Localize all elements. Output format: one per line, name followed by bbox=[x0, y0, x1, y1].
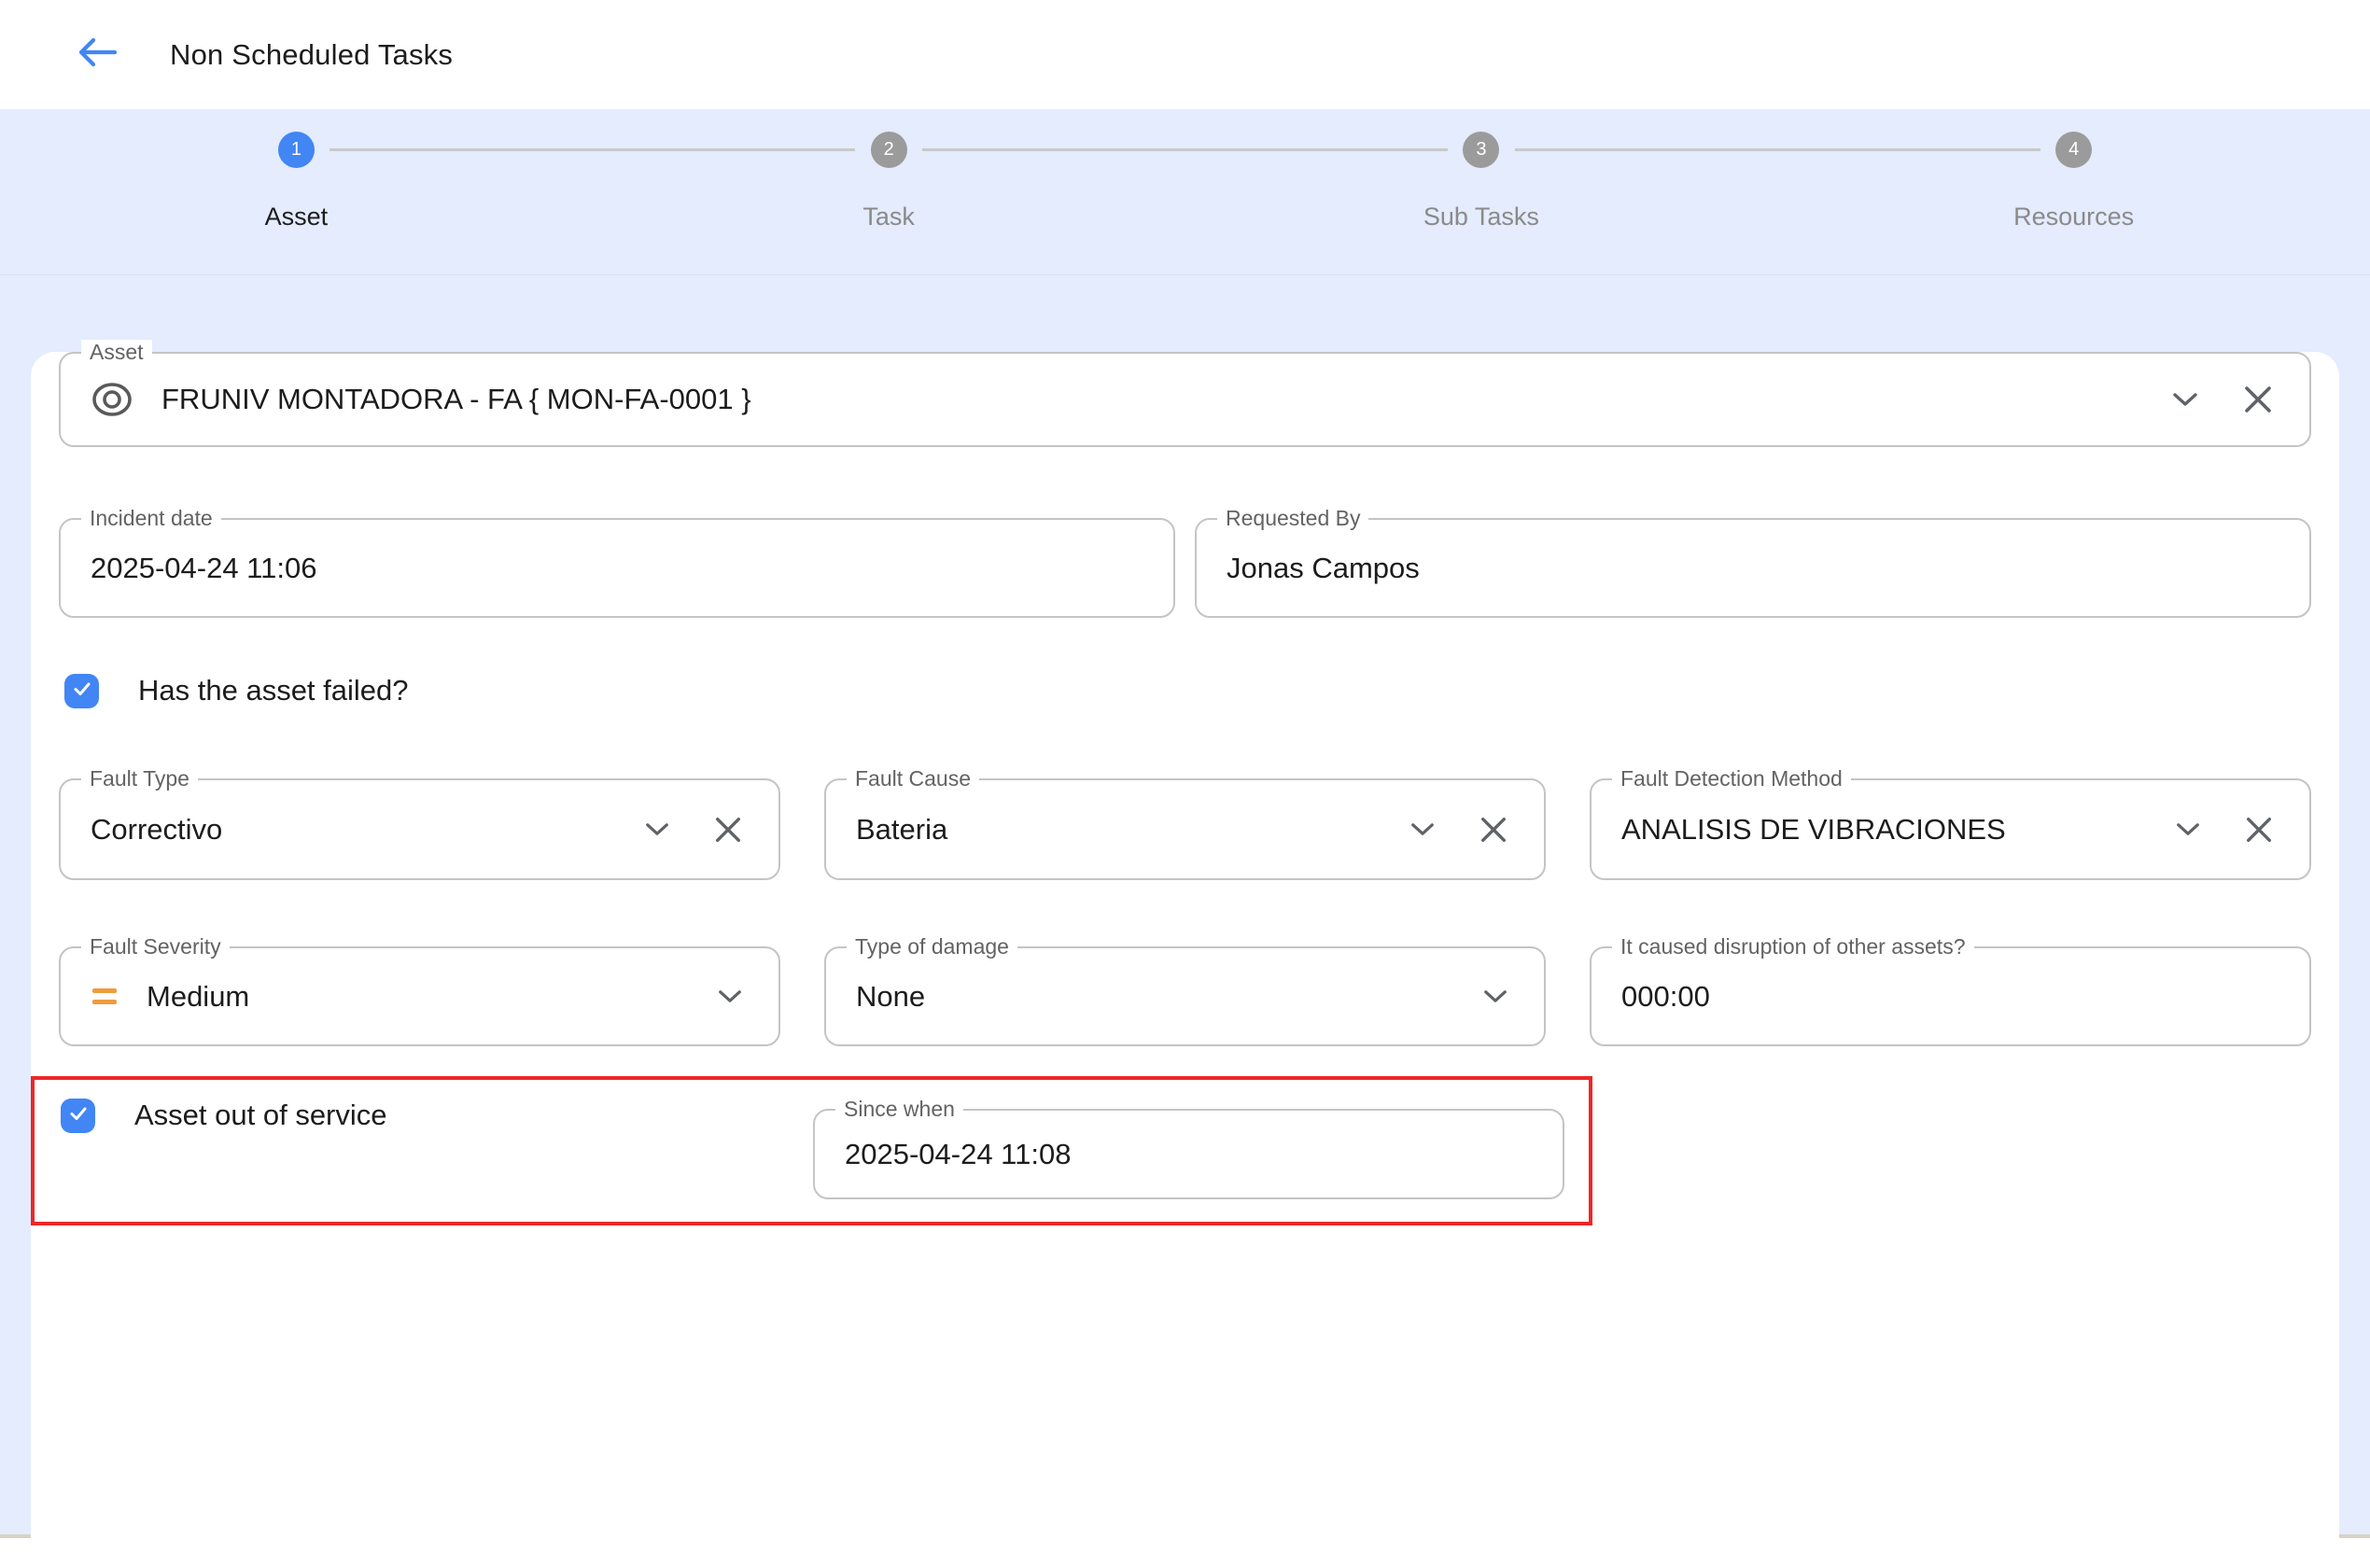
since-when-field[interactable]: Since when 2025-04-24 11:08 bbox=[813, 1109, 1564, 1199]
fault-detection-chevron-down-icon[interactable] bbox=[2175, 821, 2201, 837]
checkmark-icon bbox=[67, 1102, 90, 1129]
incident-date-value: 2025-04-24 11:06 bbox=[61, 552, 1173, 585]
page-title: Non Scheduled Tasks bbox=[170, 38, 453, 72]
fault-severity-label: Fault Severity bbox=[81, 934, 230, 959]
incident-date-label: Incident date bbox=[81, 506, 221, 531]
top-bar: Non Scheduled Tasks bbox=[0, 0, 2370, 109]
has-failed-row: Has the asset failed? bbox=[59, 672, 2311, 709]
step-2-label: Task bbox=[862, 203, 915, 231]
step-4-label: Resources bbox=[2013, 203, 2134, 231]
fault-cause-field[interactable]: Fault Cause Bateria bbox=[824, 778, 1546, 880]
fault-type-clear-icon[interactable] bbox=[713, 815, 743, 845]
stepper: 1 Asset 2 Task 3 Sub Tasks 4 Resources bbox=[0, 109, 2370, 275]
asset-field[interactable]: Asset FRUNIV MONTADORA - FA { MON-FA-000… bbox=[59, 352, 2311, 447]
asset-field-label: Asset bbox=[81, 340, 152, 365]
fault-cause-chevron-down-icon[interactable] bbox=[1409, 821, 1436, 837]
has-failed-checkbox[interactable] bbox=[64, 674, 99, 708]
step-1-label: Asset bbox=[265, 203, 329, 231]
fault-cause-value: Bateria bbox=[826, 813, 1409, 847]
since-when-value: 2025-04-24 11:08 bbox=[815, 1138, 1563, 1171]
type-of-damage-label: Type of damage bbox=[847, 934, 1017, 959]
fault-severity-chevron-down-icon[interactable] bbox=[717, 988, 743, 1004]
step-asset[interactable]: 1 Asset bbox=[0, 132, 593, 274]
highlight-box: Asset out of service Since when 2025-04-… bbox=[31, 1076, 1592, 1225]
step-task[interactable]: 2 Task bbox=[593, 132, 1185, 274]
type-of-damage-chevron-down-icon[interactable] bbox=[1482, 988, 1508, 1004]
disruption-field[interactable]: It caused disruption of other assets? 00… bbox=[1590, 946, 2311, 1046]
out-of-service-label: Asset out of service bbox=[134, 1099, 387, 1132]
fault-detection-method-value: ANALISIS DE VIBRACIONES bbox=[1592, 813, 2175, 847]
asset-field-value: FRUNIV MONTADORA - FA { MON-FA-0001 } bbox=[133, 383, 2171, 416]
severity-medium-icon bbox=[92, 988, 117, 1004]
checkmark-icon bbox=[71, 678, 93, 705]
asset-target-icon bbox=[91, 380, 133, 419]
step-3-label: Sub Tasks bbox=[1423, 203, 1539, 231]
step-2-circle: 2 bbox=[871, 132, 907, 168]
fault-detection-clear-icon[interactable] bbox=[2244, 815, 2274, 845]
asset-chevron-down-icon[interactable] bbox=[2171, 391, 2199, 408]
incident-date-field[interactable]: Incident date 2025-04-24 11:06 bbox=[59, 518, 1175, 618]
asset-clear-icon[interactable] bbox=[2242, 384, 2274, 415]
fault-type-field[interactable]: Fault Type Correctivo bbox=[59, 778, 780, 880]
back-button[interactable] bbox=[73, 35, 121, 76]
step-resources[interactable]: 4 Resources bbox=[1777, 132, 2370, 274]
fault-type-chevron-down-icon[interactable] bbox=[644, 821, 670, 837]
out-of-service-row: Asset out of service bbox=[55, 1097, 387, 1134]
fault-cause-label: Fault Cause bbox=[847, 766, 979, 791]
type-of-damage-value: None bbox=[826, 980, 1482, 1014]
fault-detection-method-field[interactable]: Fault Detection Method ANALISIS DE VIBRA… bbox=[1590, 778, 2311, 880]
disruption-value: 000:00 bbox=[1592, 980, 2309, 1014]
has-failed-label: Has the asset failed? bbox=[138, 674, 409, 707]
type-of-damage-field[interactable]: Type of damage None bbox=[824, 946, 1546, 1046]
step-3-circle: 3 bbox=[1463, 132, 1499, 168]
fault-type-label: Fault Type bbox=[81, 766, 198, 791]
fault-severity-field[interactable]: Fault Severity Medium bbox=[59, 946, 780, 1046]
disruption-label: It caused disruption of other assets? bbox=[1612, 934, 1974, 959]
form-card: Asset FRUNIV MONTADORA - FA { MON-FA-000… bbox=[31, 352, 2339, 1568]
fault-detection-method-label: Fault Detection Method bbox=[1612, 766, 1851, 791]
step-4-circle: 4 bbox=[2055, 132, 2092, 168]
fault-cause-clear-icon[interactable] bbox=[1479, 815, 1508, 845]
fault-type-value: Correctivo bbox=[61, 813, 644, 847]
page-background: Asset FRUNIV MONTADORA - FA { MON-FA-000… bbox=[0, 275, 2370, 1534]
requested-by-field[interactable]: Requested By Jonas Campos bbox=[1195, 518, 2311, 618]
out-of-service-checkbox[interactable] bbox=[61, 1099, 95, 1133]
step-1-circle: 1 bbox=[278, 132, 315, 168]
requested-by-value: Jonas Campos bbox=[1197, 552, 2309, 585]
requested-by-label: Requested By bbox=[1217, 506, 1368, 531]
step-sub-tasks[interactable]: 3 Sub Tasks bbox=[1185, 132, 1778, 274]
since-when-label: Since when bbox=[835, 1097, 963, 1122]
back-arrow-icon bbox=[76, 35, 119, 74]
fault-severity-value: Medium bbox=[117, 980, 717, 1014]
